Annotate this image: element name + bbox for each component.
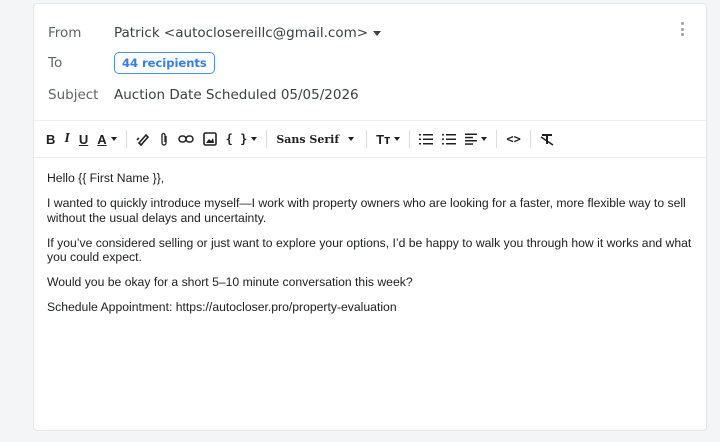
bulleted-list-icon[interactable] <box>442 128 457 150</box>
appointment-link-line: Schedule Appointment: https://autocloser… <box>47 300 397 314</box>
body-paragraph: Would you be okay for a short 5–10 minut… <box>47 275 413 289</box>
code-block-button[interactable]: { } <box>226 128 258 150</box>
highlight-pen-icon[interactable] <box>136 128 150 150</box>
font-family-dropdown[interactable]: Sans Serif <box>276 128 355 150</box>
italic-button[interactable]: I <box>64 128 69 150</box>
toolbar-divider <box>366 130 368 148</box>
clear-formatting-icon[interactable] <box>540 128 554 150</box>
bold-button[interactable]: B <box>46 128 55 150</box>
more-options-icon[interactable] <box>680 22 684 36</box>
from-value: Patrick <autoclosereillc@gmail.com> <box>114 25 369 41</box>
toolbar-divider <box>409 130 411 148</box>
subject-field[interactable]: Auction Date Scheduled 05/05/2026 <box>114 87 359 103</box>
body-paragraph: If you’ve considered selling or just wan… <box>47 235 692 265</box>
chevron-down-icon <box>373 30 382 36</box>
toolbar-divider <box>125 130 127 148</box>
align-dropdown[interactable] <box>465 128 488 150</box>
from-selector[interactable]: Patrick <autoclosereillc@gmail.com> <box>114 25 382 41</box>
font-family-label: Sans Serif <box>276 132 340 146</box>
font-size-dropdown[interactable]: Tт <box>376 128 401 150</box>
toolbar-divider <box>266 130 268 148</box>
code-block-label: { } <box>225 132 248 146</box>
subject-row: Subject Auction Date Scheduled 05/05/202… <box>48 84 359 106</box>
recipients-chip[interactable]: 44 recipients <box>114 52 215 74</box>
from-label: From <box>48 25 82 41</box>
chevron-down-icon <box>394 137 401 141</box>
source-code-button[interactable]: <> <box>506 128 520 150</box>
chevron-down-icon <box>251 137 258 141</box>
to-label: To <box>48 55 63 71</box>
text-color-label: A <box>97 131 107 147</box>
toolbar-divider <box>529 130 531 148</box>
underline-button[interactable]: U <box>79 128 88 150</box>
link-icon[interactable] <box>177 128 194 150</box>
font-size-icon: Tт <box>376 131 391 147</box>
from-row: From Patrick <autoclosereillc@gmail.com> <box>48 22 382 44</box>
formatting-toolbar: B I U A { } Sans Serif Tт <> <box>34 120 706 158</box>
chevron-down-icon <box>348 137 355 141</box>
align-left-icon <box>465 133 478 145</box>
toolbar-divider <box>496 130 498 148</box>
email-composer: From Patrick <autoclosereillc@gmail.com>… <box>33 3 707 431</box>
subject-label: Subject <box>48 87 99 103</box>
chevron-down-icon <box>481 137 488 141</box>
chevron-down-icon <box>110 137 117 141</box>
message-body[interactable]: Hello {{ First Name }}, I wanted to quic… <box>47 171 697 325</box>
greeting-line: Hello {{ First Name }}, <box>47 171 165 185</box>
numbered-list-icon[interactable] <box>419 128 434 150</box>
to-row: To 44 recipients <box>48 52 215 74</box>
image-icon[interactable] <box>202 128 217 150</box>
body-paragraph: I wanted to quickly introduce myself—I w… <box>47 196 686 225</box>
text-color-button[interactable]: A <box>97 128 117 150</box>
attachment-icon[interactable] <box>159 128 169 150</box>
